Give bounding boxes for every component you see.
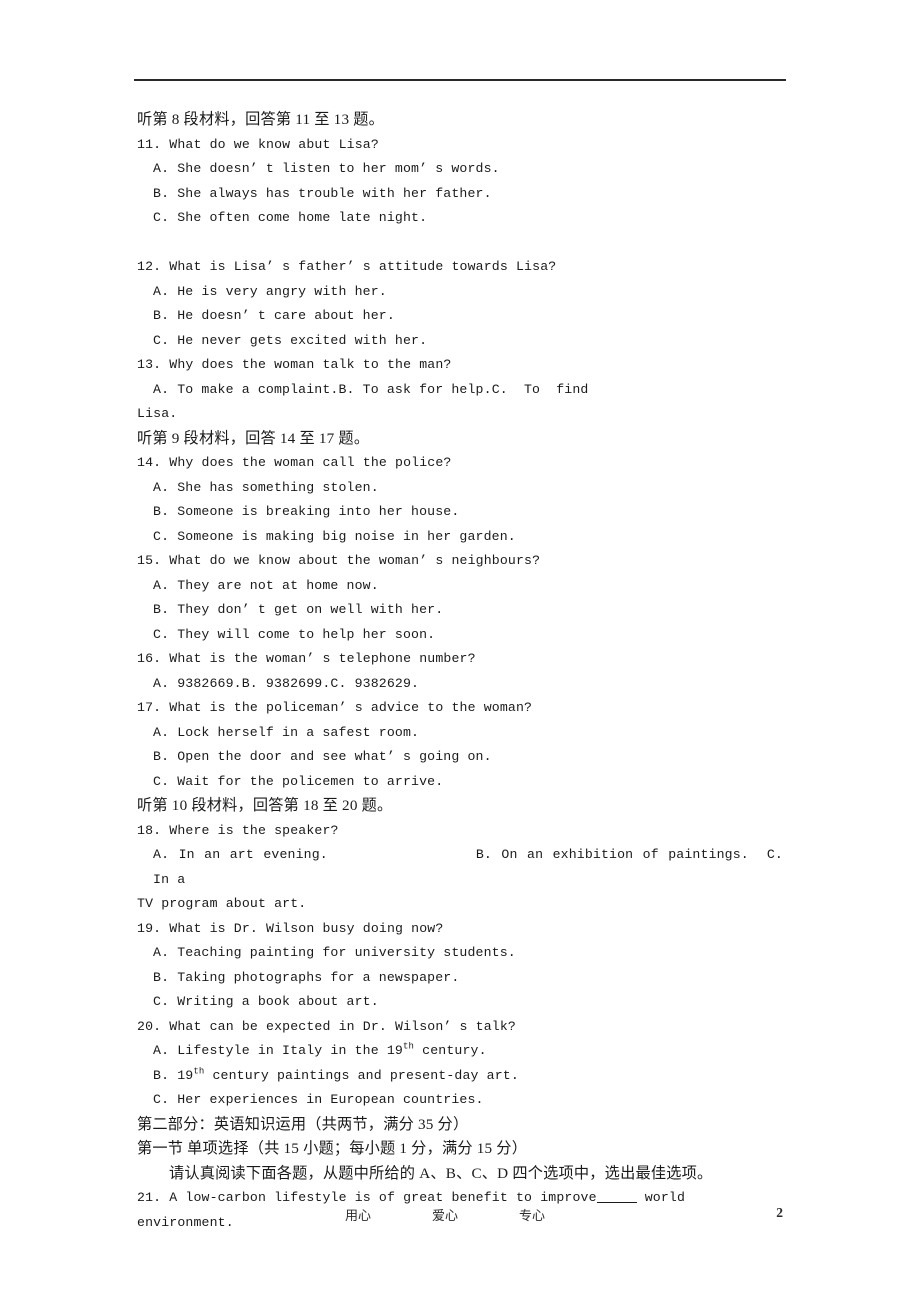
question-stem-16: 16. What is the woman’ s telephone numbe… [137,651,476,666]
option-20-a-tail: century. [414,1043,487,1058]
option-20-a[interactable]: A. Lifestyle in Italy in the 19th centur… [137,1039,783,1064]
option-16-b[interactable]: B. 9382699. [242,672,331,697]
option-11-b[interactable]: B. She always has trouble with her fathe… [137,182,783,207]
options-18-row: A. In an art evening. B. On an exhibition… [137,843,783,892]
listening-section-heading-10: 听第 10 段材料，回答第 18 至 20 题。 [137,797,393,814]
option-14-b[interactable]: B. Someone is breaking into her house. [137,500,783,525]
header-rule [134,79,786,81]
option-17-c[interactable]: C. Wait for the policemen to arrive. [137,770,783,795]
option-15-b[interactable]: B. They don’ t get on well with her. [137,598,783,623]
option-19-b[interactable]: B. Taking photographs for a newspaper. [137,966,783,991]
ordinal-suffix: th [402,1041,415,1052]
question-stem-19: 19. What is Dr. Wilson busy doing now? [137,920,444,936]
option-11-c[interactable]: C. She often come home late night. [137,206,783,231]
option-20-b-text: B. 19 [153,1067,194,1083]
option-13-c[interactable]: C. To find [492,378,589,403]
part-two-heading: 第二部分：英语知识运用（共两节，满分 35 分） [137,1115,469,1133]
exam-page: 听第 8 段材料，回答第 11 至 13 题。 11. What do we k… [0,0,920,1302]
option-17-b[interactable]: B. Open the door and see what’ s going o… [137,745,783,770]
question-stem-14: 14. Why does the woman call the police? [137,455,452,470]
option-18-a[interactable]: A. In an art evening. [153,847,328,862]
question-stem-18: 18. Where is the speaker? [137,822,339,838]
option-11-a[interactable]: A. She doesn’ t listen to her mom’ s wor… [137,157,783,182]
option-19-a[interactable]: A. Teaching painting for university stud… [137,941,783,966]
question-stem-11: 11. What do we know abut Lisa? [137,136,379,152]
option-19-c[interactable]: C. Writing a book about art. [137,990,783,1015]
listening-section-heading-8: 听第 8 段材料，回答第 11 至 13 题。 [137,111,385,128]
option-13-a[interactable]: A. To make a complaint. [153,378,338,403]
option-16-c[interactable]: C. 9382629. [330,672,419,697]
option-12-c[interactable]: C. He never gets excited with her. [137,329,783,354]
option-14-c[interactable]: C. Someone is making big noise in her ga… [137,525,783,550]
option-18-c-continuation: TV program about art. [137,896,307,911]
option-18-b[interactable]: B. On an exhibition of paintings. [476,847,749,862]
option-20-c[interactable]: C. Her experiences in European countries… [137,1088,783,1113]
section-one-heading: 第一节 单项选择（共 15 小题；每小题 1 分，满分 15 分） [137,1140,528,1157]
ordinal-suffix: th [193,1066,205,1077]
listening-section-heading-9: 听第 9 段材料，回答 14 至 17 题。 [137,429,370,447]
option-13-b[interactable]: B. To ask for help. [338,378,491,403]
option-15-c[interactable]: C. They will come to help her soon. [137,623,783,648]
section-one-instruction: 请认真阅读下面各题，从题中所给的 A、B、C、D 四个选项中，选出最佳选项。 [169,1164,713,1182]
question-stem-13: 13. Why does the woman talk to the man? [137,357,452,372]
option-20-b[interactable]: B. 19th century paintings and present-da… [137,1064,783,1089]
option-13-c-continuation: Lisa. [137,406,178,421]
option-12-b[interactable]: B. He doesn’ t care about her. [137,304,783,329]
option-16-a[interactable]: A. 9382669. [153,672,242,697]
option-15-a[interactable]: A. They are not at home now. [137,574,783,599]
footer-word-3: 专心 [519,1208,546,1223]
question-stem-21: 21. A low-carbon lifestyle is of great b… [137,1186,783,1235]
option-20-a-text: A. Lifestyle in Italy in the 19 [153,1043,403,1058]
option-12-a[interactable]: A. He is very angry with her. [137,280,783,305]
option-14-a[interactable]: A. She has something stolen. [137,476,783,501]
option-20-b-tail: century paintings and present-day art. [204,1067,519,1083]
question-stem-20: 20. What can be expected in Dr. Wilson’ … [137,1018,516,1034]
question-21-pre: 21. A low-carbon lifestyle is of great b… [137,1190,597,1205]
options-16-row: A. 9382669.B. 9382699.C. 9382629. [137,672,783,697]
option-17-a[interactable]: A. Lock herself in a safest room. [137,721,783,746]
question-stem-12: 12. What is Lisa’ s father’ s attitude t… [137,259,557,274]
options-13-row: A. To make a complaint.B. To ask for hel… [137,378,783,403]
page-content: 听第 8 段材料，回答第 11 至 13 题。 11. What do we k… [137,108,783,1235]
question-stem-17: 17. What is the policeman’ s advice to t… [137,700,533,715]
page-number: 2 [776,1205,783,1220]
footer-word-1: 用心 [345,1208,372,1223]
footer-word-2: 爱心 [432,1208,459,1223]
answer-blank[interactable] [596,1202,637,1203]
question-stem-15: 15. What do we know about the woman’ s n… [137,553,541,568]
